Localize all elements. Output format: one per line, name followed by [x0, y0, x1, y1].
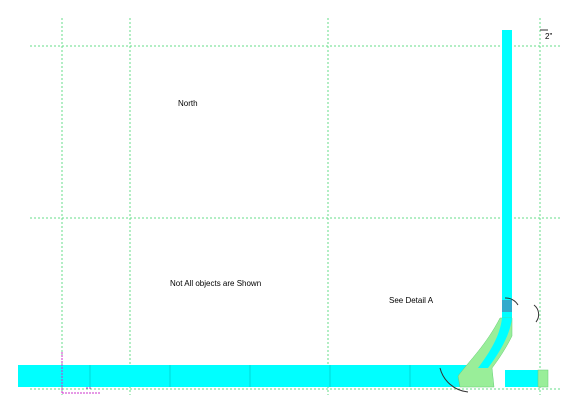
north-label: North — [178, 99, 198, 108]
dimension-label: 2" — [545, 32, 552, 41]
right-wall[interactable] — [502, 30, 512, 320]
grid-lines — [30, 18, 560, 395]
corner-block[interactable] — [537, 369, 549, 388]
detail-label: See Detail A — [389, 296, 434, 305]
note-label: Not All objects are Shown — [170, 279, 261, 288]
right-wall-hatch — [502, 300, 512, 312]
cad-drawing-canvas[interactable]: North Not All objects are Shown See Deta… — [0, 0, 588, 407]
bottom-right-wall[interactable] — [505, 370, 538, 387]
bottom-wall[interactable] — [18, 365, 488, 387]
side-arc — [533, 304, 540, 323]
